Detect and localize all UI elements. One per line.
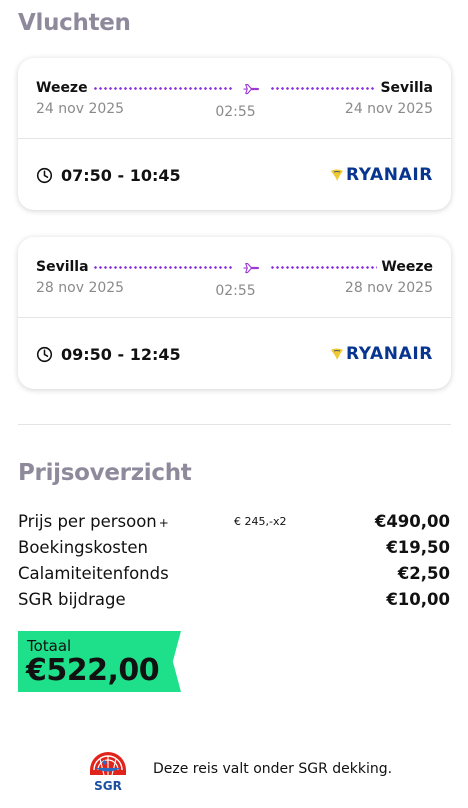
flight-duration-text: 02:55 <box>215 104 256 120</box>
sgr-logo-text: SGR <box>94 779 122 792</box>
arrival-date: 24 nov 2025 <box>344 101 433 117</box>
route-dots-left <box>88 266 234 269</box>
ryanair-harp-icon <box>330 169 343 181</box>
price-value: €19,50 <box>386 538 450 557</box>
price-label: Prijs per persoon + <box>18 512 169 531</box>
airline-logo: RYANAIR <box>330 343 433 365</box>
price-value: €2,50 <box>397 564 450 583</box>
route-row: Weeze Sevilla <box>36 80 433 100</box>
flight-time-range: 07:50 - 10:45 <box>61 165 181 185</box>
price-value: €10,00 <box>386 590 450 609</box>
price-row-calamity-fund: Calamiteitenfonds €2,50 <box>18 564 450 588</box>
departure-city: Sevilla <box>36 259 93 275</box>
flight-duration-text: 02:55 <box>215 283 256 299</box>
total-value: €522,00 <box>26 653 160 688</box>
flight-time-range: 09:50 - 12:45 <box>61 344 181 364</box>
clock-icon <box>36 346 53 362</box>
sgr-globe-icon: SGR <box>90 752 126 792</box>
total-price-badge: Totaal €522,00 <box>18 631 181 692</box>
clock-icon <box>36 167 53 183</box>
price-plus-sign[interactable]: + <box>159 516 169 530</box>
plane-icon <box>243 262 260 274</box>
arrival-city: Sevilla <box>376 80 433 96</box>
price-row-booking-fee: Boekingskosten €19,50 <box>18 538 450 562</box>
price-note: € 245,-x2 <box>234 515 287 528</box>
price-row-sgr-fee: SGR bijdrage €10,00 <box>18 590 450 614</box>
departure-city: Weeze <box>36 80 92 96</box>
price-row-per-person: Prijs per persoon + € 245,-x2 €490,00 <box>18 512 450 536</box>
airline-logo: RYANAIR <box>330 164 433 186</box>
flights-section-title: Vluchten <box>18 10 131 36</box>
price-label: Calamiteitenfonds <box>18 564 169 583</box>
section-divider <box>18 424 451 425</box>
card-divider <box>18 317 451 318</box>
arrival-city: Weeze <box>377 259 433 275</box>
flight-times: 09:50 - 12:45 <box>36 343 181 365</box>
airline-name: RYANAIR <box>345 344 433 364</box>
flight-times: 07:50 - 10:45 <box>36 164 181 186</box>
flight-card-outbound[interactable]: Weeze Sevilla 24 nov 2025 02:55 24 nov 2… <box>18 58 451 210</box>
flight-card-return[interactable]: Sevilla Weeze 28 nov 2025 02:55 28 nov 2… <box>18 237 451 389</box>
airline-name: RYANAIR <box>345 165 433 185</box>
sgr-coverage-text: Deze reis valt onder SGR dekking. <box>153 761 393 777</box>
price-label: Boekingskosten <box>18 538 148 557</box>
ryanair-harp-icon <box>330 348 343 360</box>
route-row: Sevilla Weeze <box>36 259 433 279</box>
route-dots-left <box>88 87 234 90</box>
price-label: SGR bijdrage <box>18 590 126 609</box>
price-label-text: Prijs per persoon <box>18 512 157 531</box>
price-section-title: Prijsoverzicht <box>18 460 192 486</box>
plane-icon <box>243 83 260 95</box>
arrival-date: 28 nov 2025 <box>344 280 433 296</box>
card-divider <box>18 138 451 139</box>
price-value: €490,00 <box>374 512 450 531</box>
